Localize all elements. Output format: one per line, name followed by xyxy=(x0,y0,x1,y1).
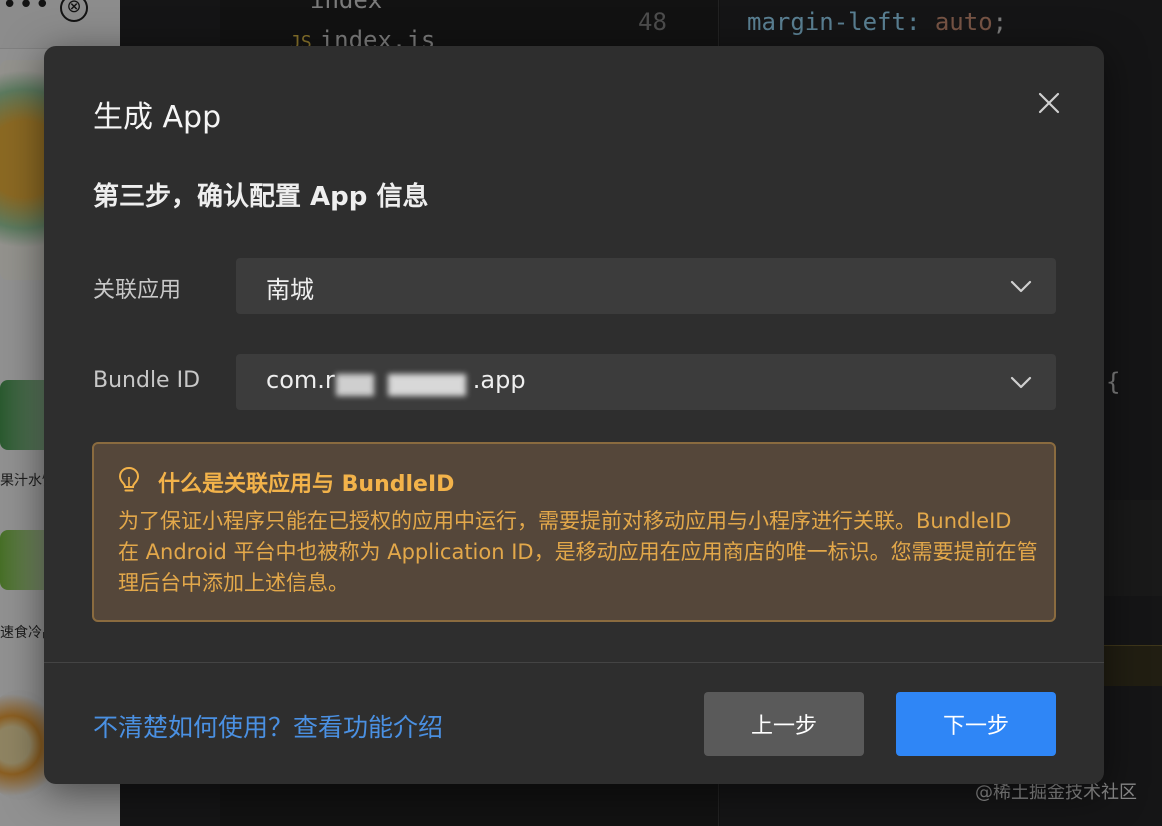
linked-app-value: 南城 xyxy=(266,276,314,304)
bundle-id-label: Bundle ID xyxy=(93,368,201,393)
chevron-down-icon xyxy=(1010,280,1032,293)
tip-body: 为了保证小程序只能在已授权的应用中运行，需要提前对移动应用与小程序进行关联。Bu… xyxy=(118,509,1038,595)
bundle-id-suffix: .app xyxy=(472,366,526,394)
footer-divider xyxy=(44,662,1104,663)
linked-app-select[interactable]: 南城 xyxy=(236,258,1056,314)
info-tip: 什么是关联应用与 BundleID 为了保证小程序只能在已授权的应用中运行，需要… xyxy=(92,442,1056,622)
help-link[interactable]: 不清楚如何使用？查看功能介绍 xyxy=(93,708,443,744)
redaction-blur xyxy=(388,374,466,396)
dialog-title: 生成 App xyxy=(93,100,222,135)
redaction-blur xyxy=(336,374,374,396)
lightbulb-icon xyxy=(118,466,140,492)
close-icon xyxy=(1038,92,1060,114)
previous-step-button[interactable]: 上一步 xyxy=(704,692,864,756)
generate-app-dialog: 生成 App 第三步，确认配置 App 信息 关联应用 南城 Bundle ID… xyxy=(44,46,1104,784)
close-button[interactable] xyxy=(1034,88,1064,118)
step-title: 第三步，确认配置 App 信息 xyxy=(93,182,429,212)
bundle-id-select[interactable]: com.r .app xyxy=(236,354,1056,410)
next-step-button[interactable]: 下一步 xyxy=(896,692,1056,756)
tip-title: 什么是关联应用与 BundleID xyxy=(158,472,455,497)
linked-app-label: 关联应用 xyxy=(93,278,182,303)
bundle-id-prefix: com.r xyxy=(266,366,335,394)
chevron-down-icon xyxy=(1010,376,1032,389)
